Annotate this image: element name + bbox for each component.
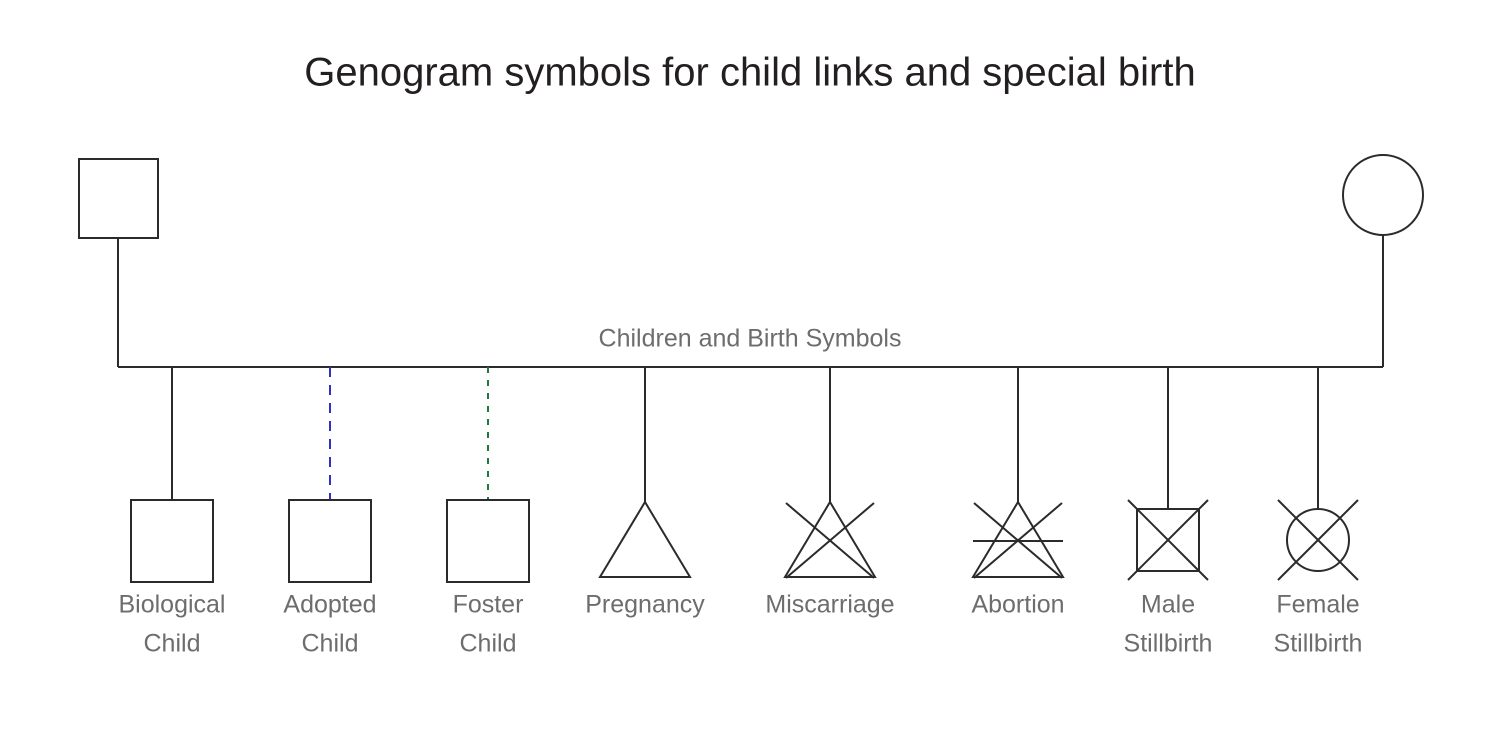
foster-child-label-line1: Foster — [453, 591, 524, 619]
abortion-label-line1: Abortion — [971, 591, 1064, 619]
child-adopted-child[interactable]: Adopted Child — [283, 367, 377, 658]
child-foster-child[interactable]: Foster Child — [446, 367, 530, 658]
child-female-stillbirth[interactable]: Female Stillbirth — [1274, 367, 1363, 658]
foster-child-square-icon — [446, 499, 530, 583]
father-node[interactable] — [78, 158, 159, 367]
union-label: Children and Birth Symbols — [599, 325, 902, 353]
miscarriage-label-line1: Miscarriage — [765, 591, 894, 619]
male-stillbirth-label-line1: Male — [1141, 591, 1195, 619]
child-male-stillbirth[interactable]: Male Stillbirth — [1124, 367, 1213, 658]
male-square-icon — [78, 158, 159, 239]
female-stillbirth-label-line1: Female — [1276, 591, 1359, 619]
genogram-diagram: Genogram symbols for child links and spe… — [0, 0, 1500, 737]
biological-child-label-line1: Biological — [118, 591, 225, 619]
biological-child-square-icon — [130, 499, 214, 583]
child-miscarriage[interactable]: Miscarriage — [765, 367, 895, 619]
female-circle-icon — [1342, 154, 1424, 236]
female-stillbirth-label-line2: Stillbirth — [1274, 630, 1363, 658]
adopted-child-square-icon — [288, 499, 372, 583]
adopted-child-label-line1: Adopted — [283, 591, 376, 619]
child-abortion[interactable]: Abortion — [971, 367, 1065, 619]
mother-node[interactable] — [1342, 154, 1424, 367]
foster-child-label-line2: Child — [460, 630, 517, 658]
pregnancy-label-line1: Pregnancy — [585, 591, 705, 619]
pregnancy-triangle-icon — [598, 500, 692, 578]
page-title: Genogram symbols for child links and spe… — [304, 51, 1196, 95]
child-biological-child[interactable]: Biological Child — [118, 367, 226, 658]
biological-child-label-line2: Child — [144, 630, 201, 658]
male-stillbirth-label-line2: Stillbirth — [1124, 630, 1213, 658]
child-pregnancy[interactable]: Pregnancy — [585, 367, 705, 619]
adopted-child-label-line2: Child — [302, 630, 359, 658]
genogram-canvas: Genogram symbols for child links and spe… — [78, 51, 1424, 658]
